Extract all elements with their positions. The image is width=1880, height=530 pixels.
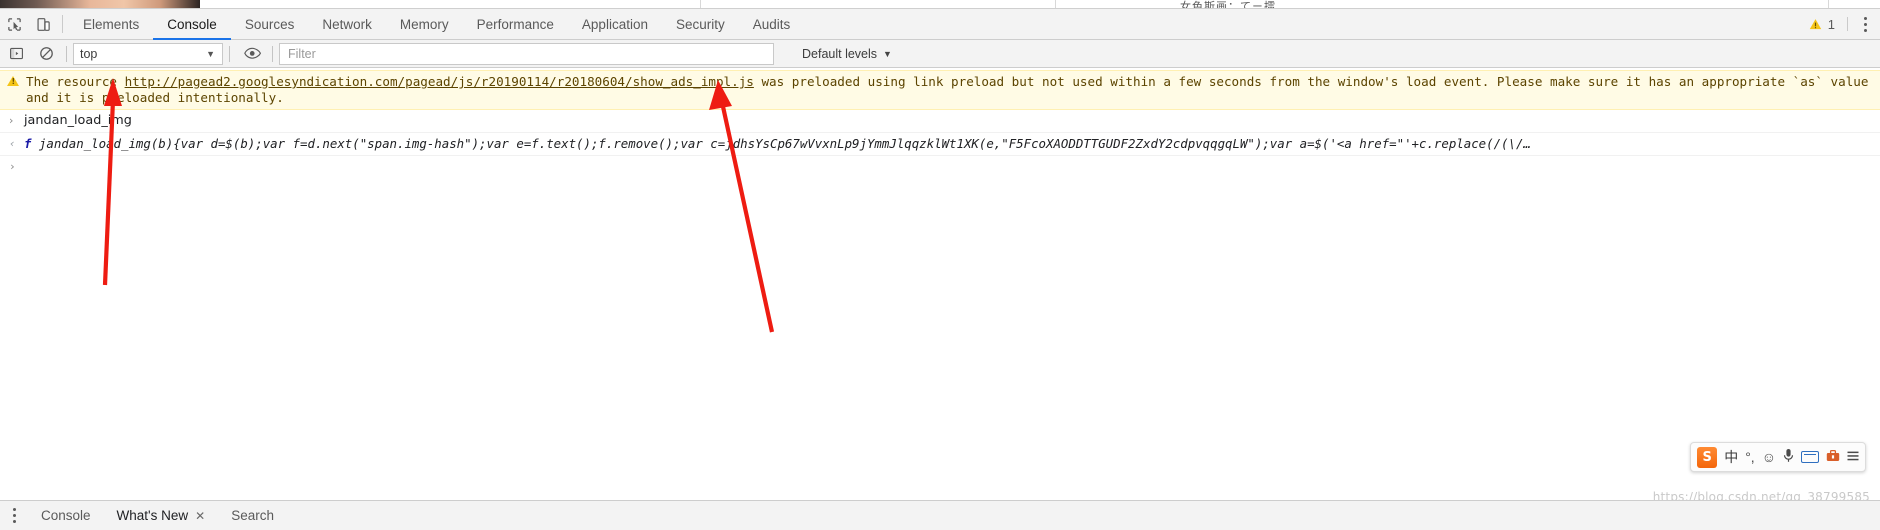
console-message-input[interactable]: › jandan_load_img: [0, 110, 1880, 133]
warning-triangle-icon: [1809, 18, 1822, 30]
tab-label: Application: [581, 16, 648, 32]
console-output[interactable]: The resource http://pagead2.googlesyndic…: [0, 70, 1880, 499]
mic-icon[interactable]: [1783, 448, 1794, 466]
tab-audits[interactable]: Audits: [739, 9, 805, 39]
toolbar-divider: [272, 45, 273, 62]
sogou-logo-icon[interactable]: S: [1697, 446, 1718, 468]
devtools-menu-icon[interactable]: [1850, 9, 1880, 39]
kebab-dot: [12, 514, 16, 517]
close-icon[interactable]: ✕: [195, 509, 205, 523]
sliver-text: 女色斯画：てㄧ擂: [1180, 0, 1276, 8]
tab-label: Elements: [83, 16, 140, 32]
tabbar-divider: [1847, 17, 1848, 31]
drawer-tab-label: Search: [231, 508, 274, 523]
devtools-tabbar: Elements Console Sources Network Memory …: [0, 9, 1880, 40]
kebab-dot: [12, 520, 16, 523]
chevron-down-icon: ▼: [883, 48, 892, 59]
tab-network[interactable]: Network: [308, 9, 386, 39]
device-toolbar-icon[interactable]: [29, 9, 58, 39]
tabbar-spacer: [804, 9, 1798, 39]
ime-punctuation-icon[interactable]: °,: [1745, 449, 1755, 465]
tab-label: Console: [167, 16, 217, 32]
toolbar-divider: [66, 45, 67, 62]
console-input-text: jandan_load_img: [24, 113, 132, 128]
warning-count-indicator[interactable]: 1: [1799, 9, 1845, 39]
kebab-dot: [1863, 16, 1867, 20]
console-prompt[interactable]: ›: [0, 156, 1880, 176]
console-sidebar-icon[interactable]: [2, 41, 30, 67]
drawer-tab-label: Console: [41, 508, 91, 523]
drawer-tab-whats-new[interactable]: What's New ✕: [104, 501, 219, 530]
drawer-tab-search[interactable]: Search: [218, 501, 287, 530]
tab-label: Audits: [752, 16, 791, 32]
tabbar-divider: [62, 15, 63, 33]
resource-link[interactable]: http://pagead2.googlesyndication.com/pag…: [125, 74, 754, 89]
drawer-tab-console[interactable]: Console: [28, 501, 104, 530]
filter-placeholder: Filter: [288, 46, 316, 61]
sliver-divider: [1828, 0, 1829, 8]
kebab-dot: [12, 508, 16, 511]
menu-icon[interactable]: [1847, 449, 1859, 465]
toolbar-divider: [229, 45, 230, 62]
chevron-right-icon: ›: [9, 114, 14, 127]
drawer-tab-label: What's New: [116, 508, 189, 523]
devtools-drawer-tabbar: Console What's New ✕ Search: [0, 500, 1880, 530]
chevron-left-icon: ‹: [9, 137, 16, 150]
tab-label: Performance: [476, 16, 554, 32]
warning-triangle-icon: [7, 76, 19, 86]
sliver-photo: [0, 0, 200, 8]
tab-elements[interactable]: Elements: [69, 9, 153, 39]
log-levels-dropdown[interactable]: Default levels ▼: [796, 45, 898, 63]
devtools-panel: Elements Console Sources Network Memory …: [0, 8, 1880, 530]
ime-mode-label[interactable]: 中: [1724, 447, 1738, 467]
warning-text-before: The resource: [26, 74, 125, 89]
ime-emoji-icon[interactable]: ☺: [1762, 449, 1776, 465]
keyboard-icon[interactable]: [1801, 451, 1819, 463]
toolbox-icon[interactable]: [1826, 449, 1840, 465]
tab-label: Network: [322, 16, 372, 32]
sliver-divider: [1055, 0, 1056, 8]
tab-label: Memory: [399, 16, 449, 32]
tab-memory[interactable]: Memory: [386, 9, 463, 39]
clear-console-icon[interactable]: [32, 41, 60, 67]
tab-label: Sources: [244, 16, 295, 32]
tab-sources[interactable]: Sources: [231, 9, 309, 39]
console-filter-input[interactable]: Filter: [279, 42, 774, 65]
live-expression-icon[interactable]: [238, 41, 266, 67]
sliver-divider: [700, 0, 701, 8]
console-toolbar: top ▼ Filter Default levels ▼: [0, 40, 1880, 68]
tab-application[interactable]: Application: [568, 9, 662, 39]
ime-toolbar[interactable]: S 中 °, ☺: [1690, 442, 1866, 472]
webpage-sliver: 女色斯画：てㄧ擂: [0, 0, 1880, 8]
tab-label: Security: [675, 16, 725, 32]
console-output-text: jandan_load_img(b){var d=$(b);var f=d.ne…: [31, 136, 1531, 151]
tab-performance[interactable]: Performance: [463, 9, 568, 39]
console-message-warning[interactable]: The resource http://pagead2.googlesyndic…: [0, 70, 1880, 110]
kebab-dot: [1863, 22, 1867, 26]
tab-console[interactable]: Console: [153, 9, 231, 40]
console-message-output[interactable]: ‹ f jandan_load_img(b){var d=$(b);var f=…: [0, 133, 1880, 156]
tab-security[interactable]: Security: [662, 9, 739, 39]
chevron-right-icon: ›: [9, 160, 16, 173]
kebab-dot: [1863, 28, 1867, 32]
inspect-element-icon[interactable]: [0, 9, 29, 39]
drawer-menu-icon[interactable]: [0, 507, 28, 525]
chevron-down-icon: ▼: [206, 48, 215, 59]
log-levels-label: Default levels: [802, 46, 878, 61]
warning-count: 1: [1827, 16, 1835, 32]
execution-context-value: top: [80, 46, 98, 61]
execution-context-select[interactable]: top ▼: [73, 42, 223, 65]
